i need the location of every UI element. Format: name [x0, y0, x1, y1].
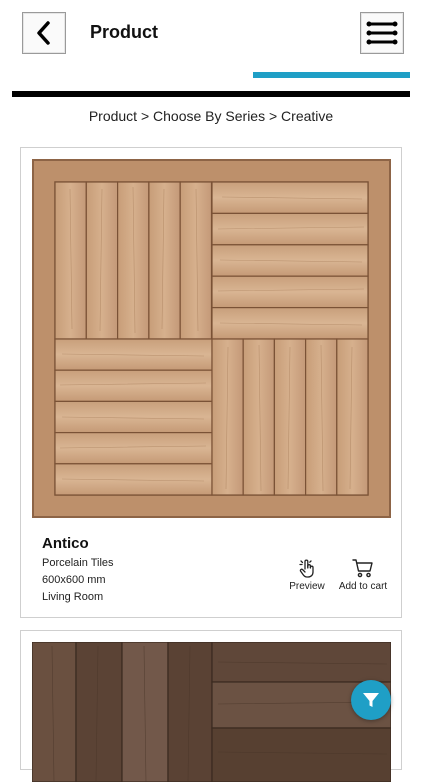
filter-button[interactable]	[351, 680, 391, 720]
add-to-cart-button[interactable]: Add to cart	[333, 557, 393, 592]
preview-label: Preview	[289, 581, 325, 592]
active-tab-indicator	[253, 72, 410, 78]
chevron-left-icon	[37, 21, 50, 45]
product-image-dark-wood[interactable]	[32, 642, 391, 782]
header-divider	[12, 91, 410, 97]
app-header: Product	[0, 0, 422, 100]
product-size: 600x600 mm	[42, 574, 106, 586]
shopping-cart-icon	[352, 559, 373, 578]
product-card[interactable]: Antico Porcelain Tiles 600x600 mm Living…	[20, 147, 402, 618]
tap-hand-icon	[299, 559, 314, 578]
menu-button[interactable]	[360, 12, 404, 54]
add-to-cart-label: Add to cart	[338, 581, 388, 592]
hamburger-menu-icon	[366, 21, 398, 45]
product-name[interactable]: Antico	[42, 535, 89, 552]
breadcrumb: Product > Choose By Series > Creative	[88, 108, 334, 124]
product-room: Living Room	[42, 591, 104, 603]
product-type: Porcelain Tiles	[42, 557, 114, 569]
product-card[interactable]	[20, 630, 402, 782]
page-title: Product	[90, 22, 159, 42]
filter-icon	[363, 693, 379, 707]
product-image-antico[interactable]	[32, 159, 391, 518]
back-button[interactable]	[22, 12, 66, 54]
preview-button[interactable]: Preview	[287, 557, 327, 592]
